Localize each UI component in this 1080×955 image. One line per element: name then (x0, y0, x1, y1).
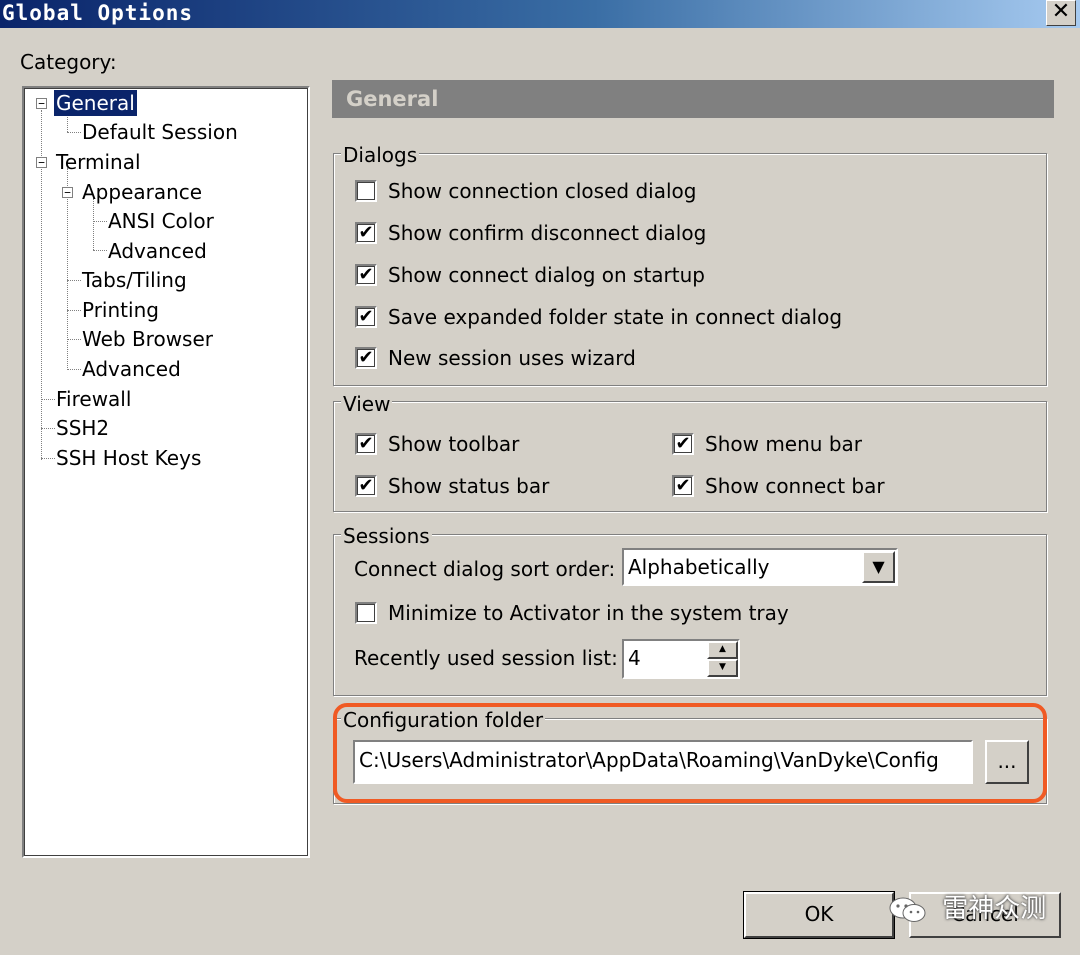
tree-item-ssh2[interactable]: SSH2 (54, 415, 111, 441)
dialogs-group-title: Dialogs (341, 143, 420, 167)
checkbox-label: New session uses wizard (388, 346, 636, 370)
checkbox-show-connection-closed[interactable] (355, 180, 377, 202)
window-title: Global Options (2, 1, 194, 25)
tree-item-printing[interactable]: Printing (80, 297, 161, 323)
panel-header: General (332, 80, 1054, 118)
checkbox-minimize-to-activator[interactable] (355, 602, 377, 624)
arrow-down-icon: ▼ (719, 662, 726, 672)
sort-order-dropdown-button[interactable]: ▼ (862, 551, 895, 583)
checkbox-save-expanded-folder[interactable]: ✔ (355, 306, 377, 328)
checkbox-label: Show menu bar (705, 432, 862, 456)
collapse-icon[interactable]: − (62, 187, 73, 198)
collapse-icon[interactable]: − (36, 98, 47, 109)
chat-bubble-icon (889, 897, 926, 922)
sort-order-select[interactable]: Alphabetically (622, 548, 898, 586)
sort-order-label: Connect dialog sort order: (354, 557, 616, 581)
close-button[interactable]: ✕ (1046, 0, 1076, 26)
spin-up-button[interactable]: ▲ (707, 641, 738, 659)
sessions-group-title: Sessions (341, 524, 432, 548)
tree-item-default-session[interactable]: Default Session (80, 119, 240, 145)
checkbox-label: Save expanded folder state in connect di… (388, 305, 843, 329)
ok-button-label: OK (804, 902, 834, 926)
tree-line (93, 221, 107, 222)
recent-sessions-label: Recently used session list: (354, 646, 618, 670)
tree-item-tabs-tiling[interactable]: Tabs/Tiling (80, 267, 189, 293)
watermark-text: 雷神众测 (942, 894, 1047, 924)
ok-button[interactable]: OK (743, 891, 895, 939)
checkbox-label: Show connect bar (705, 474, 885, 498)
sort-order-value: Alphabetically (628, 555, 770, 579)
tree-line (41, 399, 55, 400)
tree-item-ssh-host-keys[interactable]: SSH Host Keys (54, 445, 203, 471)
tree-line (41, 458, 55, 459)
tree-line (67, 310, 81, 311)
checkbox-label: Show toolbar (388, 432, 520, 456)
checkbox-show-status-bar[interactable]: ✔ (355, 475, 377, 497)
checkbox-show-connect-bar[interactable]: ✔ (672, 475, 694, 497)
panel-title: General (346, 87, 439, 111)
tree-line (41, 428, 55, 429)
tree-line (67, 339, 81, 340)
browse-folder-label: ... (997, 749, 1017, 773)
arrow-up-icon: ▲ (719, 644, 726, 654)
checkbox-label: Show status bar (388, 474, 550, 498)
category-label: Category: (20, 50, 117, 74)
config-folder-path-input[interactable]: C:\Users\Administrator\AppData\Roaming\V… (353, 740, 973, 784)
collapse-icon[interactable]: − (36, 157, 47, 168)
tree-item-terminal[interactable]: Terminal (54, 149, 143, 175)
checkbox-show-toolbar[interactable]: ✔ (355, 433, 377, 455)
checkbox-label: Minimize to Activator in the system tray (388, 601, 789, 625)
config-folder-group-title: Configuration folder (341, 708, 546, 732)
tree-item-appearance-advanced[interactable]: Advanced (106, 238, 209, 264)
close-icon: ✕ (1051, 0, 1071, 24)
checkbox-show-menu-bar[interactable]: ✔ (672, 433, 694, 455)
browse-folder-button[interactable]: ... (985, 740, 1029, 784)
recent-sessions-value: 4 (628, 646, 641, 670)
category-tree[interactable]: − − − General Default Session Terminal A… (22, 86, 310, 858)
tree-line (67, 280, 81, 281)
spin-down-button[interactable]: ▼ (707, 659, 738, 677)
title-bar[interactable]: Global Options (0, 0, 1080, 28)
config-folder-path: C:\Users\Administrator\AppData\Roaming\V… (359, 748, 939, 772)
tree-item-terminal-advanced[interactable]: Advanced (80, 356, 183, 382)
checkbox-label: Show connection closed dialog (388, 179, 697, 203)
watermark: 雷神众测 (888, 890, 1046, 930)
tree-item-firewall[interactable]: Firewall (54, 386, 133, 412)
tree-item-general[interactable]: General (54, 90, 137, 116)
checkbox-label: Show connect dialog on startup (388, 263, 705, 287)
checkbox-show-connect-on-startup[interactable]: ✔ (355, 264, 377, 286)
checkbox-label: Show confirm disconnect dialog (388, 221, 707, 245)
tree-item-appearance[interactable]: Appearance (80, 179, 204, 205)
view-group-title: View (341, 392, 393, 416)
checkbox-show-confirm-disconnect[interactable]: ✔ (355, 222, 377, 244)
checkbox-new-session-wizard[interactable]: ✔ (355, 347, 377, 369)
tree-line (93, 198, 94, 250)
chevron-down-icon: ▼ (872, 557, 885, 576)
tree-line (93, 250, 107, 251)
tree-item-web-browser[interactable]: Web Browser (80, 326, 215, 352)
tree-line (67, 132, 81, 133)
tree-item-ansi-color[interactable]: ANSI Color (106, 208, 216, 234)
tree-line (67, 369, 81, 370)
